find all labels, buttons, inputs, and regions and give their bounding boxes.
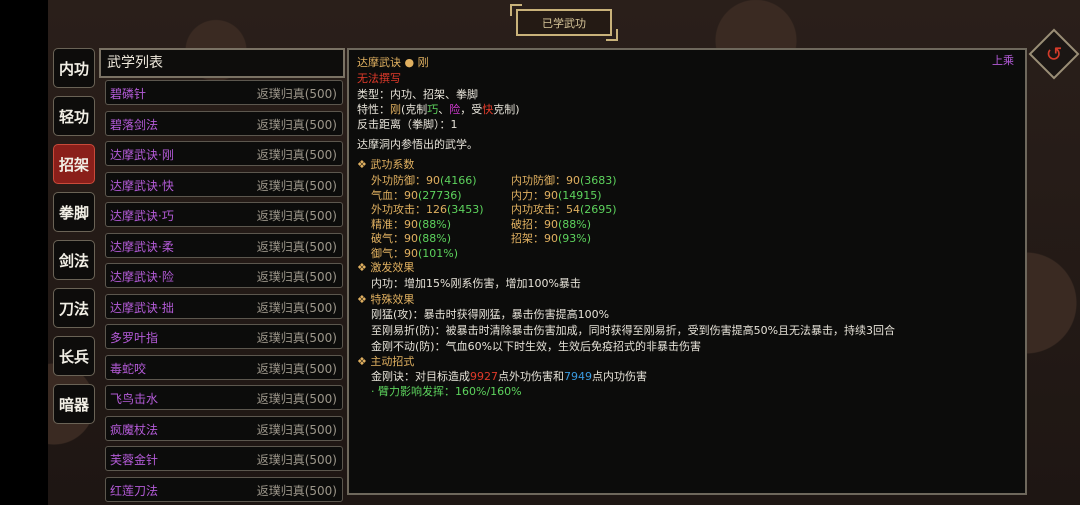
skill-list-item[interactable]: 达摩武诀·快 返璞归真(500) [105,171,343,197]
special-effect-2: 至刚易折(防)：被暴击时清除暴击伤害加成，同时获得至刚易折，受到伤害提高50%且… [371,324,896,337]
special-section-title: ❖ 特殊效果 [357,293,415,306]
active-skill-line: 金刚诀：对目标造成9927点外功伤害和7949点内功伤害 [371,370,647,383]
skill-list-item[interactable]: 达摩武诀·巧 返璞归真(500) [105,202,343,227]
special-effect-3: 金刚不动(防)：气血60%以下时生效，生效后免疫招式的非暴击伤害 [371,340,702,353]
category-tab-3[interactable]: 拳脚 [53,192,95,232]
skill-list-item[interactable]: 达摩武诀·拙 返璞归真(500) [105,293,343,319]
coef-label: 内力：90 [511,188,558,202]
return-arrow-icon: ↺ [1045,42,1063,66]
coef-value: (88%) [558,217,592,231]
skill-list-item[interactable]: 疯魔杖法 返璞归真(500) [105,415,343,441]
skill-name: 碧磷针 [110,87,147,101]
coef-label: 破招：90 [511,217,558,231]
active-skill-sub: · 臂力影响发挥：160%/160% [371,385,522,398]
skill-list-item[interactable]: 达摩武诀·险 返璞归真(500) [105,263,343,288]
coef-value: (3683) [580,174,617,187]
skill-level: 返璞归真(500) [256,178,337,193]
skill-level: 返璞归真(500) [256,117,337,132]
coef-section-title: ❖ 武功系数 [357,158,415,171]
skill-level: 返璞归真(500) [256,87,337,101]
description: 达摩洞内参悟出的武学。 [357,138,478,151]
skill-list-item[interactable]: 毒蛇咬 返璞归真(500) [105,354,343,380]
coef-value: (14915) [558,188,602,202]
coef-label: 内功防御：90 [511,174,580,187]
skill-level: 返璞归真(500) [256,270,337,284]
skill-name: 飞鸟击水 [110,392,159,406]
counter-line: 反击距离（拳脚）：1 [357,118,458,131]
skill-list-item[interactable]: 碧落剑法 返璞归真(500) [105,110,343,136]
coef-value: (4166) [440,174,477,187]
trigger-text: 内功：增加15%刚系伤害，增加100%暴击 [371,277,581,290]
skill-level: 返璞归真(500) [256,453,337,467]
category-tab-4[interactable]: 剑法 [53,240,95,280]
skill-name: 达摩武诀·刚 [110,148,174,162]
skill-list-item[interactable]: 红莲刀法 返璞归真(500) [105,476,343,502]
skill-name: 达摩武诀·险 [110,270,174,284]
category-tab-5[interactable]: 刀法 [53,288,95,328]
skill-name: 达摩武诀·柔 [110,239,174,254]
skill-level: 返璞归真(500) [256,422,337,437]
coef-value: (2695) [580,203,617,216]
category-tab-1[interactable]: 轻功 [53,96,95,136]
grade-label: 上乘 [992,54,1014,67]
active-section-title: ❖ 主动招式 [357,355,415,368]
trait-line: 特性：刚(克制巧、险，受快克制) [357,103,520,116]
special-effect-1: 刚猛(攻)：暴击时获得刚猛，暴击伤害提高100% [371,308,610,321]
skill-name: 芙蓉金针 [110,453,159,467]
warning-text: 无法撰写 [357,72,401,85]
skill-level: 返璞归真(500) [256,239,337,254]
coef-value: (27736) [418,188,462,202]
category-tab-2[interactable]: 招架 [53,144,95,184]
coef-value: (88%) [418,217,452,231]
skill-list-item[interactable]: 碧磷针 返璞归真(500) [105,80,343,105]
skill-level: 返璞归真(500) [256,148,337,162]
coef-label: 内功攻击：54 [511,203,580,216]
skill-level: 返璞归真(500) [256,392,337,406]
skill-level: 返璞归真(500) [256,331,337,345]
coef-value: (101%) [418,246,459,260]
skill-name: 红莲刀法 [110,483,159,498]
left-black-strip [0,0,48,505]
coef-label: 外功防御：90 [371,174,440,187]
coef-item: 招架：90(93%) [511,230,591,246]
skill-level: 返璞归真(500) [256,483,337,498]
list-title: 武学列表 [99,48,345,78]
category-tab-0[interactable]: 内功 [53,48,95,88]
skill-name: 毒蛇咬 [110,361,147,376]
coef-value: (3453) [447,203,484,216]
skill-level: 返璞归真(500) [256,209,337,223]
trigger-section-title: ❖ 激发效果 [357,261,415,274]
coef-label: 精准：90 [371,217,418,231]
skill-title: 达摩武诀 ● 刚 [357,56,429,69]
detail-panel: 达摩武诀 ● 刚 无法撰写 类型：内功、招架、拳脚 特性：刚(克制巧、险，受快克… [347,48,1027,495]
coef-value: (88%) [418,232,452,245]
skill-list-item[interactable]: 达摩武诀·柔 返璞归真(500) [105,232,343,258]
skill-level: 返璞归真(500) [256,300,337,315]
coef-label: 招架：90 [511,232,558,245]
skill-level: 返璞归真(500) [256,361,337,376]
type-line: 类型：内功、招架、拳脚 [357,88,478,101]
skill-list-item[interactable]: 飞鸟击水 返璞归真(500) [105,385,343,410]
skill-name: 达摩武诀·拙 [110,300,174,315]
coef-value: (93%) [558,232,592,245]
coef-label: 气血：90 [371,188,418,202]
skill-list-item[interactable]: 达摩武诀·刚 返璞归真(500) [105,141,343,166]
skill-name: 达摩武诀·快 [110,178,174,193]
skill-name: 多罗叶指 [110,331,159,345]
category-tab-7[interactable]: 暗器 [53,384,95,424]
skill-name: 碧落剑法 [110,117,159,132]
skill-list-item[interactable]: 芙蓉金针 返璞归真(500) [105,446,343,471]
skill-name: 达摩武诀·巧 [110,209,174,223]
coef-label: 外功攻击：126 [371,203,447,216]
page-title: 已学武功 [510,4,618,41]
category-tab-6[interactable]: 长兵 [53,336,95,376]
skill-list-item[interactable]: 多罗叶指 返璞归真(500) [105,324,343,349]
coef-label: 御气：90 [371,246,418,260]
skill-name: 疯魔杖法 [110,422,159,437]
coef-label: 破气：90 [371,232,418,245]
